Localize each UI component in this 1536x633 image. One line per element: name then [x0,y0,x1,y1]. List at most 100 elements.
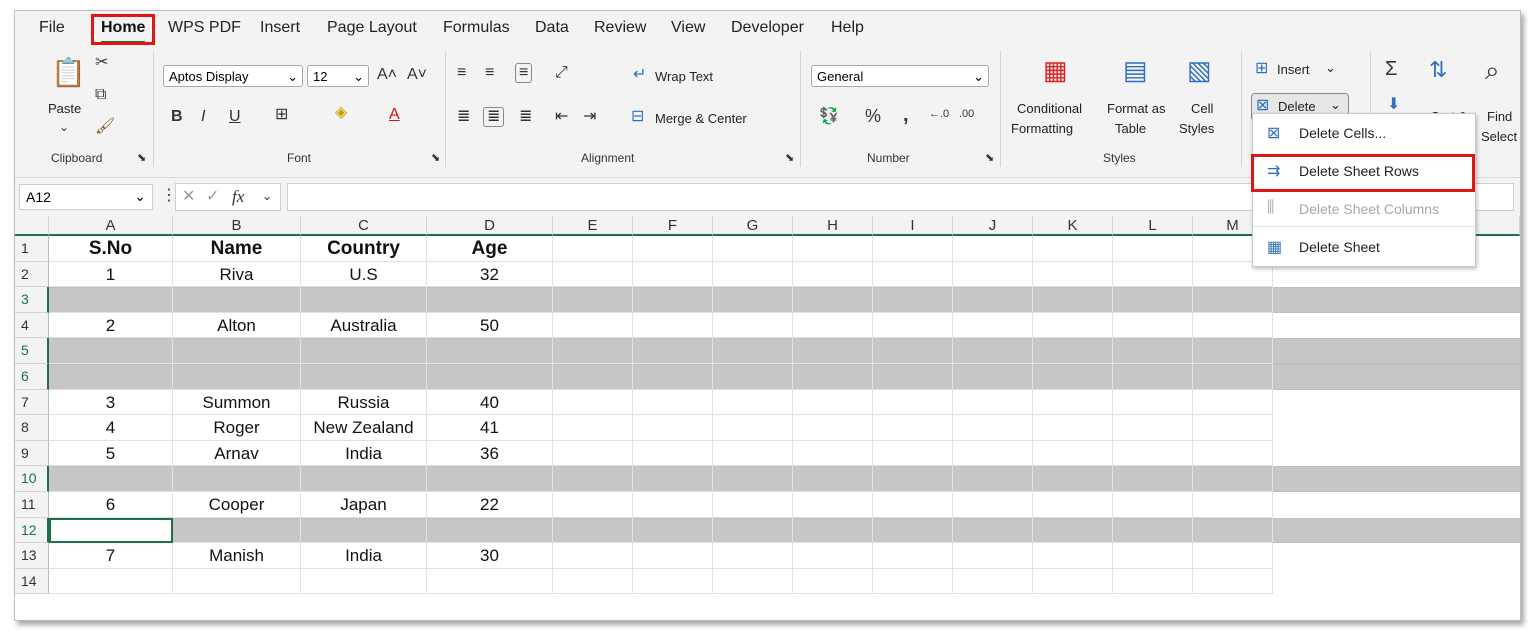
insert-button[interactable]: Insert [1277,62,1310,77]
insert-cells-icon[interactable]: ⊞ [1255,61,1268,77]
cell[interactable] [1193,492,1273,518]
cell[interactable] [1193,312,1273,339]
cell[interactable] [1193,364,1273,390]
row-header[interactable]: 5 [15,338,49,364]
cell[interactable] [953,543,1033,569]
cell[interactable]: Russia [301,389,427,416]
cell[interactable]: 40 [427,389,553,416]
cell[interactable]: Riva [173,261,301,288]
cell[interactable] [713,543,793,569]
column-header-k[interactable]: K [1033,216,1113,236]
dialog-launcher-icon[interactable]: ⬊ [785,153,794,164]
cell[interactable] [1113,287,1193,313]
cell[interactable] [1113,568,1193,595]
cell[interactable] [873,236,953,262]
column-header-g[interactable]: G [713,216,793,236]
cell[interactable] [873,543,953,569]
tab-formulas[interactable]: Formulas [443,19,510,37]
cell[interactable] [953,466,1033,492]
cell[interactable]: 5 [49,440,173,467]
select-all-corner[interactable] [15,216,49,236]
wrap-text-icon[interactable]: ↵ [633,67,646,83]
cell[interactable]: Australia [301,312,427,339]
wrap-text-button[interactable]: Wrap Text [655,69,713,84]
cell[interactable]: Japan [301,492,427,518]
cancel-icon[interactable]: ✕ [182,189,195,205]
cell[interactable]: 2 [49,312,173,339]
tab-data[interactable]: Data [535,19,569,37]
cell[interactable] [873,261,953,288]
select-button[interactable]: Select [1481,129,1517,144]
cell[interactable] [553,466,633,492]
cell[interactable] [953,415,1033,441]
cell[interactable] [1193,338,1273,364]
cell[interactable]: 7 [49,543,173,569]
tab-view[interactable]: View [671,19,705,37]
cell[interactable] [713,440,793,467]
cell[interactable] [953,517,1033,544]
cell[interactable] [1113,466,1193,492]
cell[interactable] [1113,338,1193,364]
italic-button[interactable]: I [201,109,205,125]
cell[interactable] [49,466,173,492]
percent-icon[interactable]: % [865,107,881,125]
align-right-icon[interactable]: ≣ [519,109,532,125]
cell[interactable] [793,338,873,364]
cell[interactable] [793,389,873,416]
cell[interactable] [49,338,173,364]
conditional-formatting-label-2[interactable]: Formatting [1011,121,1073,136]
paste-button[interactable]: Paste [48,101,81,116]
cell[interactable] [1193,517,1273,544]
tab-page-layout[interactable]: Page Layout [327,19,417,37]
cell[interactable] [553,389,633,416]
cut-icon[interactable]: ✂ [95,55,108,71]
cell[interactable] [173,517,301,544]
align-center-icon[interactable]: ≣ [483,107,505,127]
cell[interactable] [953,389,1033,416]
cell[interactable] [553,517,633,544]
column-header-f[interactable]: F [633,216,713,236]
cell[interactable] [873,338,953,364]
cell[interactable] [873,517,953,544]
decrease-decimal-icon[interactable]: .00 [959,109,974,120]
cell[interactable] [793,236,873,262]
cell[interactable] [873,364,953,390]
cell[interactable] [713,492,793,518]
cell[interactable] [633,440,713,467]
cell[interactable] [633,543,713,569]
cell[interactable]: India [301,543,427,569]
cell[interactable] [793,415,873,441]
cell[interactable] [953,312,1033,339]
cell[interactable]: Cooper [173,492,301,518]
cell[interactable] [953,287,1033,313]
decrease-font-icon[interactable]: A˅ [407,67,427,83]
align-left-icon[interactable]: ≣ [457,109,470,125]
cell[interactable] [1033,287,1113,313]
dialog-launcher-icon[interactable]: ⬊ [431,153,440,164]
cell[interactable] [173,364,301,390]
borders-icon[interactable]: ⊞ [275,107,288,123]
increase-decimal-icon[interactable]: ←.0 [929,109,949,120]
cell[interactable] [713,312,793,339]
cell[interactable] [1033,364,1113,390]
cell[interactable] [873,415,953,441]
cell[interactable] [427,338,553,364]
cell[interactable] [553,543,633,569]
conditional-formatting-icon[interactable]: ▦ [1043,57,1068,83]
cell[interactable] [633,338,713,364]
cell[interactable] [793,312,873,339]
cell[interactable] [633,568,713,595]
row-header[interactable]: 9 [15,440,49,467]
cell[interactable]: 4 [49,415,173,441]
cell[interactable] [633,364,713,390]
cell[interactable] [873,312,953,339]
cell[interactable] [793,543,873,569]
cell[interactable] [427,517,553,544]
cell[interactable] [1193,543,1273,569]
cell[interactable] [793,261,873,288]
chevron-down-icon[interactable]: ⌄ [1325,60,1336,76]
column-header-l[interactable]: L [1113,216,1193,236]
cell[interactable] [1113,312,1193,339]
cell[interactable] [553,338,633,364]
cell[interactable] [713,364,793,390]
